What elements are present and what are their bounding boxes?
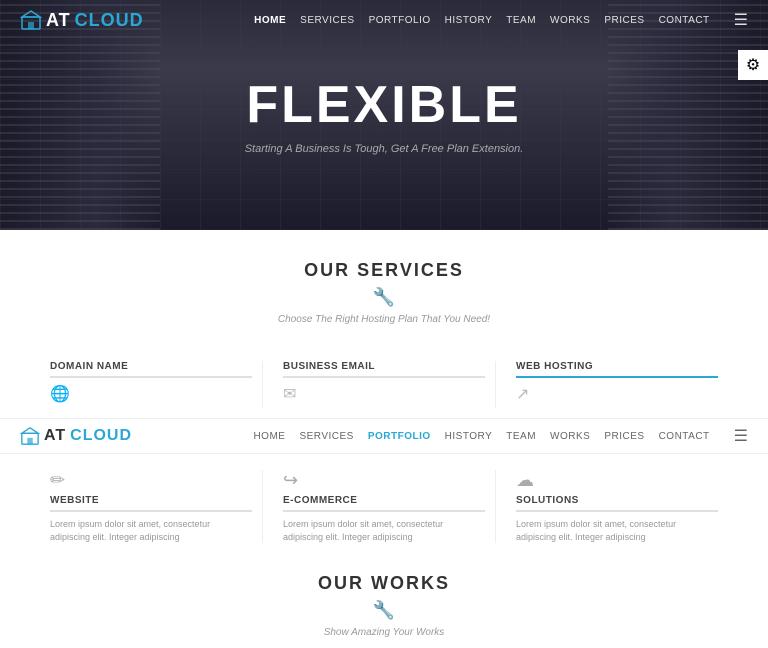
service-cards-row2: ✏ WEBSITE Lorem ipsum dolor sit amet, co… — [0, 454, 768, 553]
settings-icon: ⚙ — [746, 55, 760, 75]
service-ecommerce-text: Lorem ipsum dolor sit amet, consectetur … — [283, 518, 485, 543]
hamburger2-icon[interactable]: ☰ — [734, 426, 748, 446]
service-ecommerce-title: E-COMMERCE — [283, 495, 485, 512]
logo2[interactable]: AT CLOUD — [20, 426, 132, 446]
nav2-portfolio[interactable]: PORTFOLIO — [368, 431, 431, 442]
nav-works[interactable]: WORKS — [550, 15, 590, 26]
nav-history[interactable]: HISTORY — [445, 15, 493, 26]
logo[interactable]: AT CLOUD — [20, 9, 144, 31]
works-icon: 🔧 — [40, 600, 728, 621]
service-card-ecommerce: ↪ E-COMMERCE Lorem ipsum dolor sit amet,… — [273, 470, 496, 543]
service-card-email: BUSINESS EMAIL ✉ — [273, 361, 496, 408]
nav2-history[interactable]: HISTORY — [445, 431, 493, 442]
nav2-contact[interactable]: CONTACT — [659, 431, 710, 442]
hamburger-icon[interactable]: ☰ — [734, 10, 748, 30]
logo-cloud: CLOUD — [75, 10, 144, 31]
service-domain-title: DOMAIN NAME — [50, 361, 252, 378]
services-title: OUR SERVICES — [40, 260, 728, 281]
logo2-at: AT — [44, 427, 66, 445]
website-icon: ✏ — [50, 470, 252, 491]
service-card-website: ✏ WEBSITE Lorem ipsum dolor sit amet, co… — [40, 470, 263, 543]
works-section: OUR WORKS 🔧 Show Amazing Your Works — [0, 553, 768, 648]
services-subtitle: Choose The Right Hosting Plan That You N… — [40, 314, 728, 325]
service-email-title: BUSINESS EMAIL — [283, 361, 485, 378]
nav-links: HOME SERVICES PORTFOLIO HISTORY TEAM WOR… — [254, 10, 748, 30]
ecommerce-icon: ↪ — [283, 470, 485, 491]
logo-icon — [20, 9, 42, 31]
nav2-home[interactable]: HOME — [253, 431, 285, 442]
service-card-domain: DOMAIN NAME 🌐 — [40, 361, 263, 408]
logo2-icon — [20, 426, 40, 446]
hosting-icon: ↗ — [516, 384, 718, 404]
main-navbar: AT CLOUD HOME SERVICES PORTFOLIO HISTORY… — [0, 0, 768, 40]
nav2-prices[interactable]: PRICES — [604, 431, 644, 442]
logo-at: AT — [46, 10, 71, 31]
services-section: OUR SERVICES 🔧 Choose The Right Hosting … — [0, 230, 768, 345]
logo2-cloud: CLOUD — [70, 427, 132, 445]
works-subtitle: Show Amazing Your Works — [40, 627, 728, 638]
nav-team[interactable]: TEAM — [506, 15, 536, 26]
email-icon: ✉ — [283, 384, 485, 404]
nav-contact[interactable]: CONTACT — [659, 15, 710, 26]
nav2-services[interactable]: SERVICES — [299, 431, 353, 442]
nav-home[interactable]: HOME — [254, 15, 286, 26]
service-solutions-title: SOLUTIONS — [516, 495, 718, 512]
nav-services[interactable]: SERVICES — [300, 15, 354, 26]
service-website-title: WEBSITE — [50, 495, 252, 512]
nav2-works[interactable]: WORKS — [550, 431, 590, 442]
nav2-links: HOME SERVICES PORTFOLIO HISTORY TEAM WOR… — [253, 426, 748, 446]
service-card-hosting: WEB HOSTING ↗ — [506, 361, 728, 408]
service-website-text: Lorem ipsum dolor sit amet, consectetur … — [50, 518, 252, 543]
service-card-solutions: ☁ SOLUTIONS Lorem ipsum dolor sit amet, … — [506, 470, 728, 543]
nav2-team[interactable]: TEAM — [506, 431, 536, 442]
services-icon: 🔧 — [40, 287, 728, 308]
hero-subtitle: Starting A Business Is Tough, Get A Free… — [245, 143, 524, 155]
domain-icon: 🌐 — [50, 384, 252, 404]
hero-title: FLEXIBLE — [246, 75, 521, 135]
service-hosting-title: WEB HOSTING — [516, 361, 718, 378]
secondary-navbar: AT CLOUD HOME SERVICES PORTFOLIO HISTORY… — [0, 418, 768, 454]
nav-prices[interactable]: PRICES — [604, 15, 644, 26]
hero-section: AT CLOUD HOME SERVICES PORTFOLIO HISTORY… — [0, 0, 768, 230]
settings-button[interactable]: ⚙ — [738, 50, 768, 80]
service-cards-row1: DOMAIN NAME 🌐 BUSINESS EMAIL ✉ WEB HOSTI… — [0, 345, 768, 418]
solutions-icon: ☁ — [516, 470, 718, 491]
service-solutions-text: Lorem ipsum dolor sit amet, consectetur … — [516, 518, 718, 543]
works-title: OUR WORKS — [40, 573, 728, 594]
nav-portfolio[interactable]: PORTFOLIO — [369, 15, 431, 26]
